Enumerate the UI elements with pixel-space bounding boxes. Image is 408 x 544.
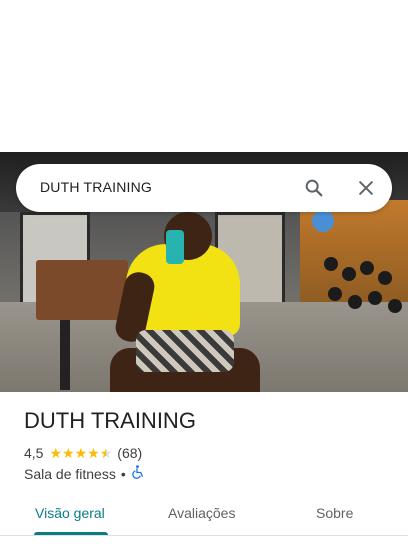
search-bar[interactable]: DUTH TRAINING xyxy=(16,164,392,212)
star-icon: ★ xyxy=(62,445,75,461)
rating-value: 4,5 xyxy=(24,445,44,461)
reviews-count[interactable]: (68) xyxy=(117,445,142,461)
divider xyxy=(0,535,408,536)
dumbbell-rack xyxy=(318,247,408,337)
wheelchair-accessible-icon xyxy=(131,465,144,482)
tab-about[interactable]: Sobre xyxy=(316,505,353,521)
place-category: Sala de fitness xyxy=(24,465,116,482)
map-blank-area xyxy=(0,0,408,152)
search-query-text[interactable]: DUTH TRAINING xyxy=(40,179,152,195)
phone xyxy=(166,230,184,264)
category-row: Sala de fitness • xyxy=(24,465,144,482)
separator-dot: • xyxy=(120,465,126,482)
star-rating: ★ ★ ★ ★ ★ xyxy=(49,446,112,460)
star-icon: ★ xyxy=(74,445,88,461)
place-title: DUTH TRAINING xyxy=(24,408,196,433)
tab-reviews[interactable]: Avaliações xyxy=(168,505,235,521)
search-icon[interactable] xyxy=(300,174,328,202)
half-star-icon: ★ xyxy=(99,445,113,461)
close-icon[interactable] xyxy=(352,174,380,202)
person-shorts xyxy=(136,330,234,372)
gym-bench xyxy=(36,260,128,320)
exercise-ball xyxy=(312,210,334,232)
tab-overview[interactable]: Visão geral xyxy=(35,505,105,521)
bench-leg xyxy=(60,320,70,390)
star-icon: ★ xyxy=(49,445,63,461)
star-icon: ★ xyxy=(87,445,100,461)
tab-bar: Visão geral Avaliações Sobre xyxy=(0,492,408,536)
rating-row[interactable]: 4,5 ★ ★ ★ ★ ★ (68) xyxy=(24,444,142,462)
